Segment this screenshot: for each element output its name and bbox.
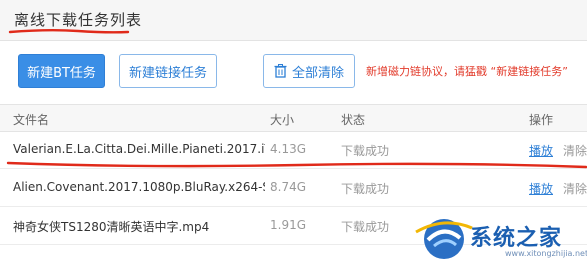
- play-link[interactable]: 播放: [529, 180, 553, 197]
- dialog-header: 离线下载任务列表: [0, 0, 587, 41]
- magnet-link-notice: 新增磁力链协议，请猛戳 “新建链接任务”: [366, 65, 568, 78]
- file-size: 4.13G: [270, 142, 307, 156]
- table-row: Alien.Covenant.2017.1080p.BluRay.x264-SP…: [0, 169, 587, 207]
- file-size: 8.74G: [270, 180, 307, 194]
- download-status: 下载成功: [341, 182, 390, 196]
- trash-icon: [274, 64, 287, 78]
- file-name: 神奇女侠TS1280清晰英语中字.mp4: [13, 220, 210, 234]
- watermark-url: www.xitongzhijia.net: [505, 249, 587, 258]
- watermark-text: 系统之家: [470, 226, 563, 251]
- column-header-name: 文件名: [13, 113, 50, 127]
- new-link-task-button[interactable]: 新建链接任务: [119, 54, 217, 88]
- download-status: 下载成功: [341, 220, 390, 234]
- column-header-status: 状态: [341, 113, 366, 127]
- clear-all-label: 全部清除: [291, 65, 344, 81]
- new-bt-task-button[interactable]: 新建BT任务: [18, 54, 105, 88]
- file-name: Valerian.E.La.Citta.Dei.Mille.Pianeti.20…: [13, 142, 265, 156]
- clear-all-button[interactable]: 全部清除: [263, 54, 355, 88]
- table-header: 文件名 大小 状态 操作: [0, 104, 587, 132]
- file-name: Alien.Covenant.2017.1080p.BluRay.x264-SP…: [13, 180, 265, 194]
- column-header-actions: 操作: [529, 113, 554, 127]
- title-underline-annotation: [8, 29, 130, 34]
- clear-link[interactable]: 清除: [563, 180, 587, 197]
- column-header-size: 大小: [270, 113, 295, 127]
- file-size: 1.91G: [270, 218, 307, 232]
